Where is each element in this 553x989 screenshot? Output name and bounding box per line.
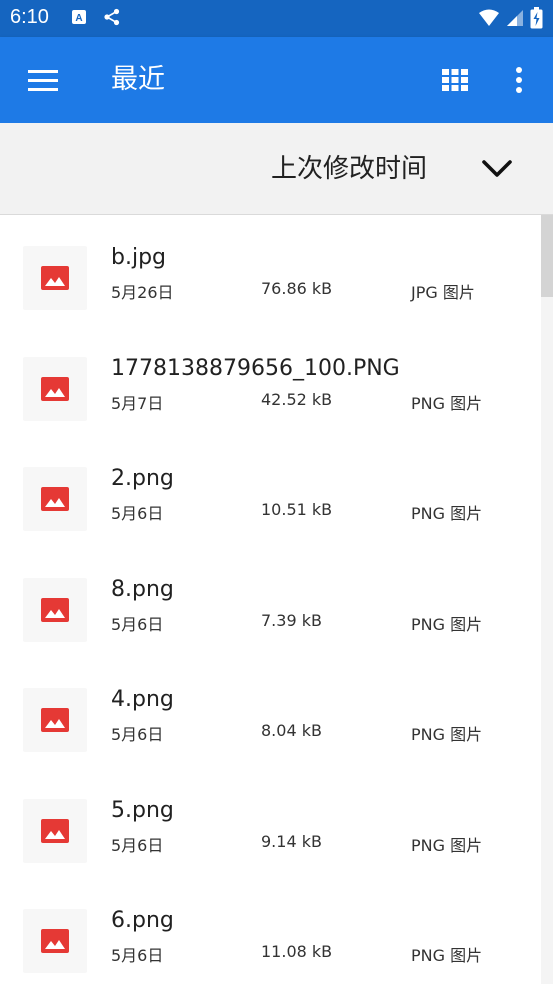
file-name: 6.png bbox=[111, 908, 174, 933]
file-thumbnail bbox=[23, 577, 87, 642]
menu-icon[interactable] bbox=[22, 62, 62, 98]
file-type: JPG 图片 bbox=[411, 283, 475, 302]
file-thumbnail bbox=[23, 909, 87, 973]
file-name: 4.png bbox=[111, 687, 174, 712]
file-date: 5月6日 bbox=[111, 946, 164, 965]
file-size: 9.14 kB bbox=[261, 831, 322, 851]
image-icon bbox=[41, 597, 69, 622]
file-size: 8.04 kB bbox=[261, 721, 322, 740]
file-type: PNG 图片 bbox=[411, 835, 483, 855]
file-name: 2.png bbox=[111, 466, 174, 491]
image-icon bbox=[41, 818, 69, 843]
file-row[interactable]: 2.png 5月6日 10.51 kB PNG 图片 bbox=[0, 436, 540, 547]
image-icon bbox=[41, 929, 69, 953]
battery-icon bbox=[530, 7, 543, 29]
file-type: PNG 图片 bbox=[411, 393, 483, 413]
file-row[interactable]: 5.png 5月6日 9.14 kB PNG 图片 bbox=[0, 768, 540, 879]
more-options-icon[interactable] bbox=[505, 61, 533, 99]
file-list: b.jpg 5月26日 76.86 kB JPG 图片 1778138879656_10… bbox=[0, 215, 540, 989]
file-name: 8.png bbox=[111, 576, 174, 602]
file-thumbnail bbox=[23, 356, 87, 421]
signal-icon bbox=[507, 10, 523, 26]
image-icon bbox=[41, 376, 69, 401]
image-icon bbox=[41, 487, 69, 511]
status-bar: 6:10 A bbox=[0, 0, 553, 37]
file-name: b.jpg bbox=[111, 245, 166, 270]
sort-label[interactable]: 上次修改时间 bbox=[271, 152, 427, 186]
file-size: 11.08 kB bbox=[261, 942, 333, 961]
chevron-down-icon[interactable] bbox=[480, 153, 514, 183]
status-time: 6:10 bbox=[10, 6, 49, 28]
file-name: 5.png bbox=[111, 797, 174, 823]
file-name: 1778138879656_100.PNG bbox=[111, 355, 400, 381]
file-type: PNG 图片 bbox=[411, 504, 483, 523]
file-size: 76.86 kB bbox=[261, 279, 333, 298]
sort-bar[interactable]: 上次修改时间 bbox=[0, 123, 553, 215]
file-row[interactable]: 6.png 5月6日 11.08 kB PNG 图片 bbox=[0, 878, 540, 989]
file-size: 42.52 kB bbox=[261, 389, 333, 409]
wifi-icon bbox=[479, 9, 499, 26]
file-row[interactable]: b.jpg 5月26日 76.86 kB JPG 图片 bbox=[0, 215, 540, 326]
file-size: 10.51 kB bbox=[261, 500, 333, 519]
page-title: 最近 bbox=[111, 64, 165, 95]
scrollbar-track[interactable] bbox=[541, 215, 553, 984]
grid-view-icon[interactable] bbox=[436, 63, 474, 97]
file-date: 5月6日 bbox=[111, 835, 164, 855]
share-icon bbox=[104, 8, 120, 26]
file-date: 5月6日 bbox=[111, 504, 164, 523]
file-date: 5月6日 bbox=[111, 614, 164, 634]
file-date: 5月6日 bbox=[111, 725, 164, 744]
a-icon: A bbox=[72, 10, 86, 24]
file-date: 5月7日 bbox=[111, 393, 164, 413]
file-type: PNG 图片 bbox=[411, 725, 483, 744]
file-date: 5月26日 bbox=[111, 283, 174, 302]
file-thumbnail bbox=[23, 798, 87, 863]
svg-text:A: A bbox=[75, 13, 82, 24]
image-icon bbox=[41, 708, 69, 732]
file-thumbnail bbox=[23, 467, 87, 531]
file-size: 7.39 kB bbox=[261, 610, 322, 630]
file-row[interactable]: 1778138879656_100.PNG 5月7日 42.52 kB PNG 图片 bbox=[0, 326, 540, 437]
file-thumbnail bbox=[23, 246, 87, 310]
file-type: PNG 图片 bbox=[411, 614, 483, 634]
file-type: PNG 图片 bbox=[411, 946, 483, 965]
image-icon bbox=[41, 266, 69, 290]
file-row[interactable]: 4.png 5月6日 8.04 kB PNG 图片 bbox=[0, 657, 540, 768]
file-row[interactable]: 8.png 5月6日 7.39 kB PNG 图片 bbox=[0, 547, 540, 658]
file-thumbnail bbox=[23, 688, 87, 752]
status-icons bbox=[478, 7, 543, 29]
app-bar: 最近 bbox=[0, 37, 553, 123]
scrollbar-thumb[interactable] bbox=[541, 215, 553, 297]
